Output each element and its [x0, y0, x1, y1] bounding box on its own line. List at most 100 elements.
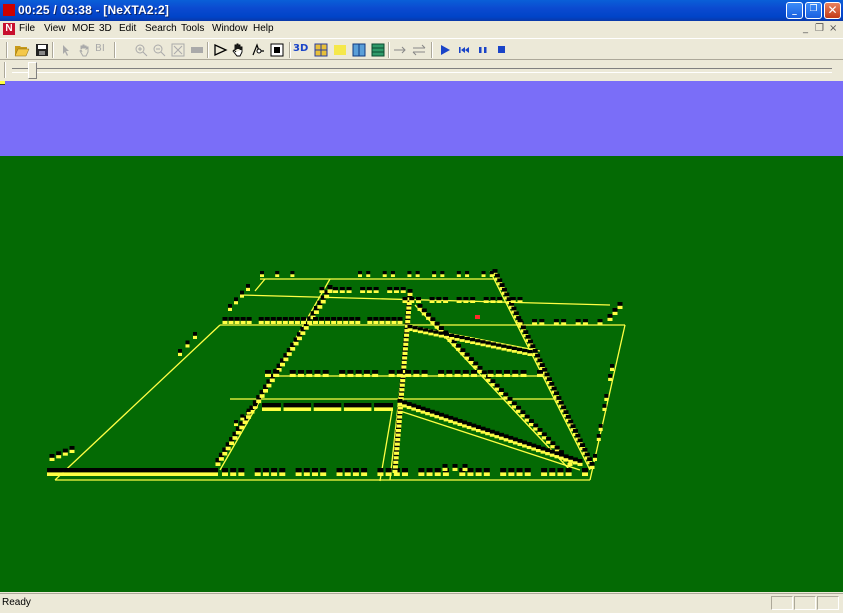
menu-help[interactable]: Help [253, 23, 274, 34]
vehicle [494, 387, 500, 391]
vehicle [596, 434, 601, 438]
vehicle [279, 468, 286, 473]
mdi-close-button[interactable]: × [829, 23, 837, 34]
menu-3d[interactable]: 3D [99, 23, 112, 34]
vehicle [436, 297, 442, 301]
node-tool-icon[interactable] [250, 42, 266, 58]
menu-moe[interactable]: MOE [72, 23, 95, 34]
vehicle [62, 448, 68, 453]
status-pane [794, 596, 816, 610]
horizontal-split-icon[interactable] [370, 42, 386, 58]
rewind-icon[interactable] [456, 42, 472, 58]
vehicle [508, 435, 514, 440]
vehicle [580, 443, 586, 448]
vehicle [319, 317, 325, 321]
bar-disabled-icon[interactable] [189, 42, 205, 58]
vehicle [549, 381, 555, 386]
zoom-in-disabled-icon[interactable] [133, 42, 149, 58]
menu-file[interactable]: File [19, 23, 35, 34]
vehicle [452, 421, 458, 425]
menu-edit[interactable]: Edit [119, 23, 136, 34]
zoom-extent-disabled-icon[interactable] [170, 42, 186, 58]
vehicle [506, 345, 512, 349]
pause-icon[interactable] [475, 42, 491, 58]
vehicle [448, 419, 454, 423]
vehicle [290, 274, 295, 277]
vehicle [246, 415, 252, 419]
link-tool-icon[interactable] [269, 42, 285, 58]
vehicle [582, 472, 588, 476]
vehicle [405, 315, 411, 319]
vehicle [69, 446, 75, 450]
mdi-restore-button[interactable]: ❐ [815, 23, 824, 34]
select-arrow-disabled-icon[interactable] [58, 42, 74, 58]
vehicle [270, 320, 276, 324]
play-icon[interactable] [437, 42, 453, 58]
pan-tool-icon[interactable] [230, 42, 246, 58]
bidirectional-arrow-icon[interactable] [411, 42, 427, 58]
vehicle [273, 373, 280, 377]
select-tool-icon[interactable] [212, 42, 228, 58]
vehicle [617, 305, 623, 309]
vehicle [598, 424, 603, 428]
menu-window[interactable]: Window [212, 23, 248, 34]
vehicle [490, 383, 496, 387]
vehicle [421, 312, 427, 316]
save-icon[interactable] [34, 42, 50, 58]
network-3d-view[interactable] [0, 81, 843, 592]
vehicle [294, 320, 300, 324]
maximize-button[interactable]: ❐ [805, 2, 822, 19]
vehicle [456, 271, 461, 275]
timeline-slider-track[interactable] [12, 68, 832, 73]
document-icon[interactable]: N [3, 23, 15, 35]
vehicle [258, 320, 264, 324]
menu-tools[interactable]: Tools [181, 23, 204, 34]
toolbar-separator [431, 42, 433, 58]
menu-search[interactable]: Search [145, 23, 177, 34]
view-3d-button[interactable]: 3D [293, 43, 311, 59]
vehicle [462, 370, 469, 374]
vehicle [429, 409, 435, 414]
vehicle [572, 429, 578, 433]
vehicle [339, 370, 346, 374]
network-3d-canvas[interactable] [0, 81, 843, 592]
vehicle [612, 308, 618, 312]
vehicle [475, 468, 482, 473]
vehicle [417, 327, 423, 331]
vehicle [489, 429, 495, 434]
close-button[interactable]: ✕ [824, 2, 841, 19]
vehicle [297, 373, 304, 377]
vehicle [545, 452, 551, 456]
app-icon[interactable] [3, 4, 15, 16]
vehicle [553, 322, 559, 325]
timeline-slider-thumb[interactable] [28, 62, 38, 79]
open-folder-icon[interactable] [14, 42, 30, 58]
arrow-right-icon[interactable] [392, 42, 408, 58]
vehicle [343, 320, 349, 324]
vehicle [222, 320, 228, 324]
vehicle [568, 419, 574, 424]
vehicle [442, 472, 449, 476]
split-view-icon[interactable] [351, 42, 367, 58]
vehicle [240, 417, 245, 421]
zoom-out-disabled-icon[interactable] [151, 42, 167, 58]
vehicle [499, 432, 505, 437]
vehicle [352, 468, 359, 473]
vehicle [178, 349, 182, 353]
pan-hand-disabled-icon[interactable] [76, 42, 92, 58]
stop-icon[interactable] [494, 42, 510, 58]
vehicle [483, 468, 490, 473]
vehicle [604, 397, 609, 401]
minimize-button[interactable]: _ [786, 2, 803, 19]
vehicle [490, 345, 496, 349]
vehicle [215, 462, 221, 466]
grid-icon[interactable] [313, 42, 329, 58]
layer-icon[interactable] [332, 42, 348, 58]
bi-button[interactable]: BI [95, 43, 111, 59]
vehicle [407, 292, 413, 296]
menu-view[interactable]: View [44, 23, 66, 34]
mdi-minimize-button[interactable]: _ [803, 23, 808, 34]
vehicle [313, 317, 319, 321]
vehicle [462, 373, 469, 377]
vehicle [333, 290, 339, 293]
